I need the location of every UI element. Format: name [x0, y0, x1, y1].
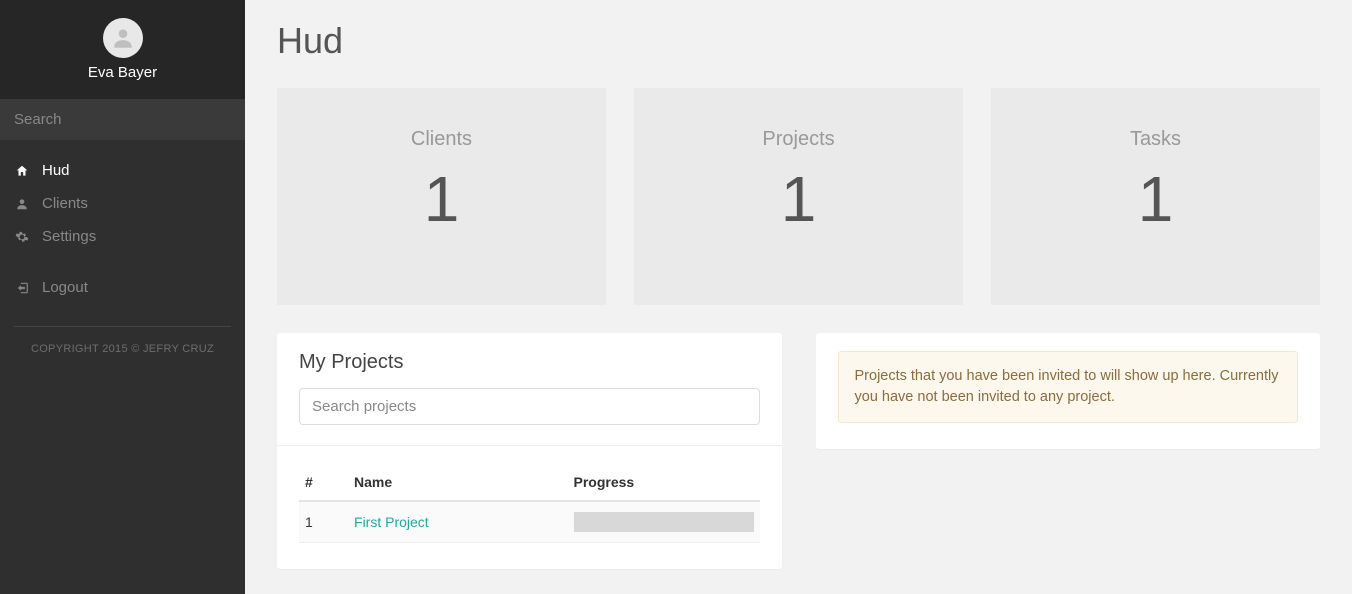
- table-header-row: # Name Progress: [299, 466, 760, 501]
- stat-tasks: Tasks 1: [991, 88, 1320, 305]
- stat-value: 1: [644, 167, 953, 231]
- sidebar-search-input[interactable]: [0, 99, 245, 140]
- cell-progress: [568, 501, 760, 543]
- stat-label: Tasks: [1001, 128, 1310, 151]
- stat-clients: Clients 1: [277, 88, 606, 305]
- sidebar-search-wrap: [0, 99, 245, 140]
- projects-search-input[interactable]: [299, 388, 760, 425]
- projects-table: # Name Progress 1 First Project: [299, 466, 760, 543]
- copyright: COPYRIGHT 2015 © JEFRY CRUZ: [0, 337, 245, 355]
- logout-icon: [14, 280, 30, 296]
- avatar: [103, 18, 143, 58]
- sidebar-item-clients[interactable]: Clients: [0, 187, 245, 220]
- page-title: Hud: [277, 20, 1320, 62]
- cell-name: First Project: [348, 501, 567, 543]
- panel-heading: My Projects: [299, 351, 760, 374]
- sidebar: Eva Bayer Hud Clients Settings: [0, 0, 245, 594]
- project-link[interactable]: First Project: [354, 514, 429, 530]
- sidebar-item-hud[interactable]: Hud: [0, 154, 245, 187]
- profile-block: Eva Bayer: [0, 0, 245, 99]
- stat-value: 1: [1001, 167, 1310, 231]
- sidebar-item-label: Clients: [42, 195, 88, 212]
- sidebar-item-label: Logout: [42, 279, 88, 296]
- stat-label: Clients: [287, 128, 596, 151]
- no-invites-alert: Projects that you have been invited to w…: [838, 351, 1299, 423]
- sidebar-item-settings[interactable]: Settings: [0, 220, 245, 253]
- panel-divider: [277, 445, 782, 446]
- username: Eva Bayer: [0, 64, 245, 81]
- col-header-progress: Progress: [568, 466, 760, 501]
- cell-num: 1: [299, 501, 348, 543]
- stat-projects: Projects 1: [634, 88, 963, 305]
- stats-row: Clients 1 Projects 1 Tasks 1: [277, 88, 1320, 305]
- invited-projects-panel: Projects that you have been invited to w…: [816, 333, 1321, 449]
- col-header-name: Name: [348, 466, 567, 501]
- sidebar-divider: [14, 326, 231, 327]
- stat-label: Projects: [644, 128, 953, 151]
- col-header-num: #: [299, 466, 348, 501]
- lower-columns: My Projects # Name Progress 1 First Proj…: [277, 333, 1320, 569]
- nav-spacer: [0, 253, 245, 271]
- sidebar-item-label: Hud: [42, 162, 70, 179]
- user-icon: [14, 196, 30, 212]
- sidebar-item-label: Settings: [42, 228, 96, 245]
- my-projects-panel: My Projects # Name Progress 1 First Proj…: [277, 333, 782, 569]
- home-icon: [14, 163, 30, 179]
- gear-icon: [14, 229, 30, 245]
- table-row: 1 First Project: [299, 501, 760, 543]
- progress-bar: [574, 512, 754, 532]
- sidebar-item-logout[interactable]: Logout: [0, 271, 245, 304]
- main-content: Hud Clients 1 Projects 1 Tasks 1 My Proj…: [245, 0, 1352, 594]
- stat-value: 1: [287, 167, 596, 231]
- sidebar-nav: Hud Clients Settings Logout: [0, 140, 245, 304]
